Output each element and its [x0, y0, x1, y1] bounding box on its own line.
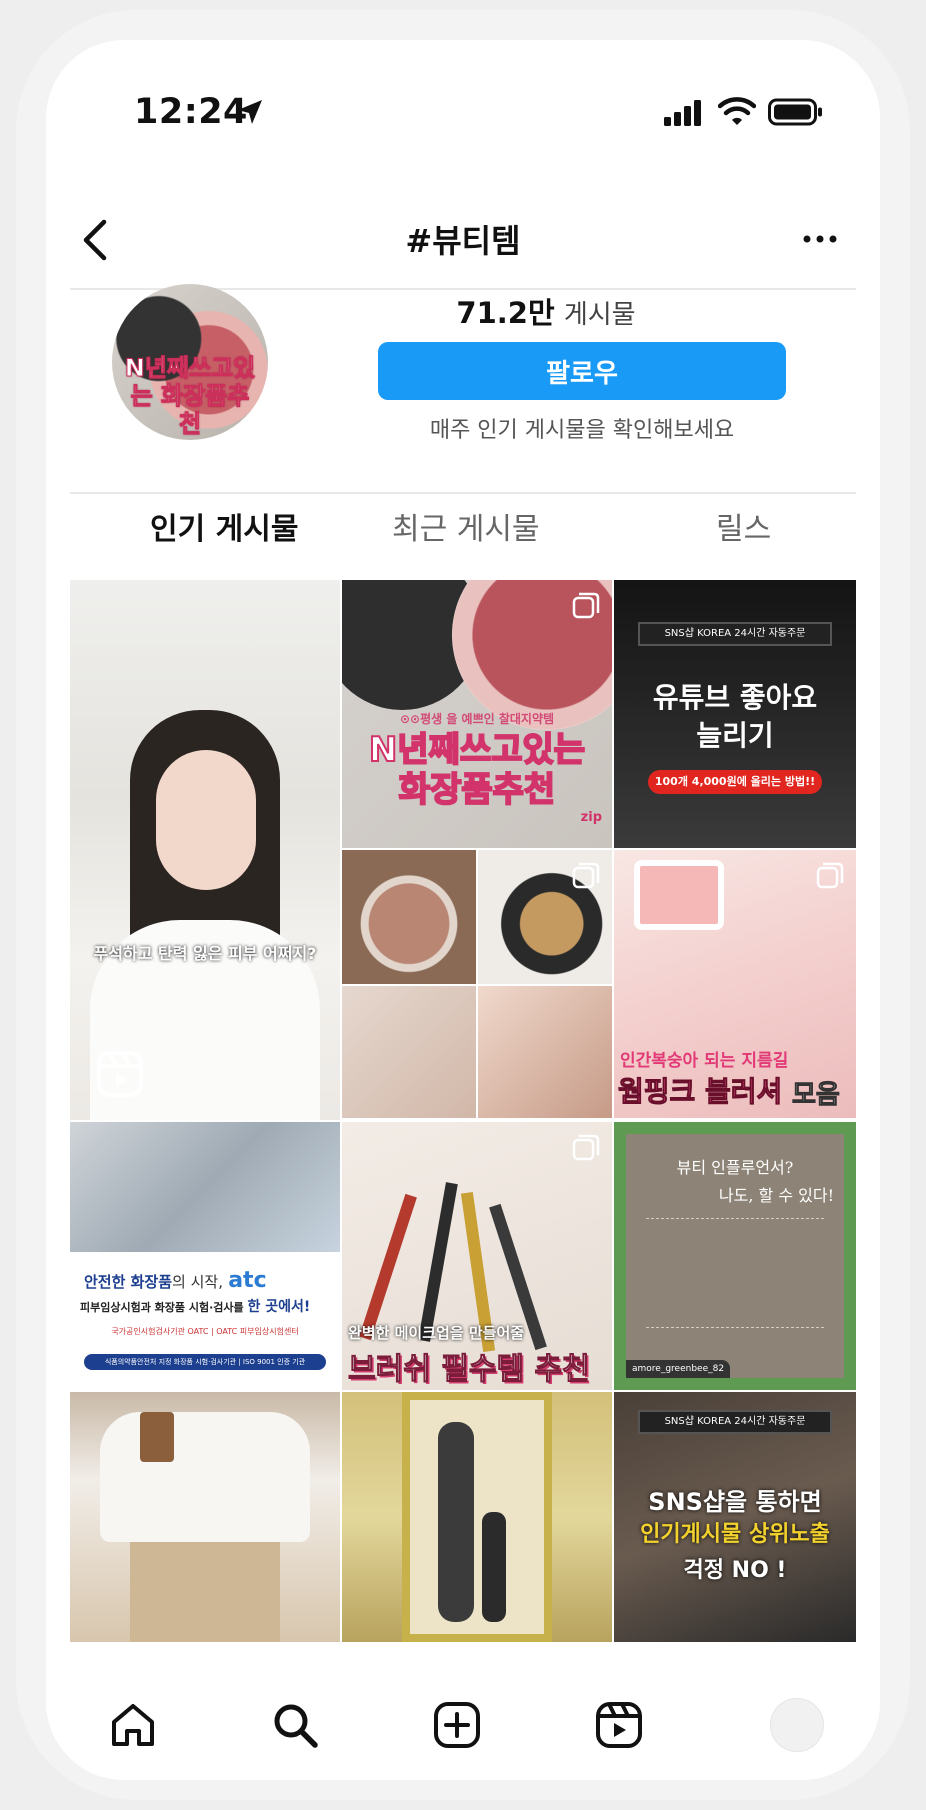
post-reel-skincare[interactable]: 푸석하고 탄력 잃은 피부 어쩌지? [70, 580, 340, 1120]
post-6-small-1: 국가공인시험검사기관 OATC | OATC 피부임상시험센터 [111, 1327, 299, 1336]
post-warm-pink-blusher[interactable]: 인간복숭아 되는 지름길 웜핑크 블러셔 모음 [614, 850, 856, 1118]
phone-screen: 12:24 #뷰티템 N년째쓰고있는 화장품추천 71.2만 게시물 팔로우 매… [46, 40, 880, 1780]
post-cosmetics-recommend[interactable]: ⊙⊙평생 을 예쁘인 찰대지약템 N년째쓰고있는 화장품추천 zip [342, 580, 612, 848]
post-8-details [646, 1218, 824, 1328]
post-2-tail: zip [580, 810, 602, 825]
tab-recent-posts[interactable]: 최근 게시물 [392, 504, 540, 548]
hashtag-avatar: N년째쓰고있는 화장품추천 [112, 284, 268, 440]
post-count: 71.2만 [456, 296, 555, 330]
carousel-icon [572, 592, 600, 619]
post-6-caption-2a: 피부임상시험과 화장품 시험·검사를 [80, 1301, 244, 1314]
post-3-pill: 100개 4,000원에 올리는 방법!! [648, 770, 822, 794]
tab-top-posts[interactable]: 인기 게시물 [150, 504, 298, 548]
search-icon[interactable] [270, 1700, 320, 1750]
post-6-caption-1b: 의 시작, [172, 1273, 223, 1291]
carousel-icon [572, 1134, 600, 1161]
coffee-cup-shape [140, 1412, 174, 1462]
post-count-label: 게시물 [563, 300, 636, 330]
post-6-caption-2b: 한 곳에서! [247, 1299, 311, 1315]
home-icon[interactable] [108, 1700, 158, 1750]
carousel-icon [816, 862, 844, 889]
collage-tile-1 [342, 850, 476, 984]
post-brush-must-have[interactable]: 완벽한 메이크업을 만들어줄 브러쉬 필수템 추천 [342, 1122, 612, 1390]
location-arrow-icon [238, 100, 262, 124]
post-3-badge: SNS샵 KOREA 24시간 자동주문 [638, 622, 832, 646]
posts-grid: 푸석하고 탄력 잃은 피부 어쩌지? ⊙⊙평생 을 예쁘인 찰대지약템 N년째쓰… [70, 580, 856, 1650]
tabs-bar: 인기 게시물 최근 게시물 릴스 [46, 490, 880, 570]
post-5-caption-3: 모음 [792, 1080, 841, 1111]
post-2-caption: N년째쓰고있는 화장품추천 [368, 729, 586, 811]
post-oatc-clinical[interactable]: 안전한 화장품의 시작, atc 피부임상시험과 화장품 시험·검사를 한 곳에… [70, 1122, 340, 1390]
post-5-caption-2: 웜핑크 블러셔 [617, 1075, 783, 1109]
brush-shape [418, 1182, 458, 1342]
child-shape [482, 1512, 506, 1622]
tab-reels[interactable]: 릴스 [716, 504, 771, 548]
status-time: 12:24 [134, 92, 248, 132]
post-youtube-likes-ad[interactable]: SNS샵 KOREA 24시간 자동주문 유튜브 좋아요 늘리기 100개 4,… [614, 580, 856, 848]
post-11-headline-2: 인기게시물 상위노출 [640, 1522, 830, 1547]
atc-logo: atc [228, 1268, 267, 1293]
brush-shape [359, 1193, 417, 1341]
person-shape [438, 1422, 474, 1622]
add-post-icon[interactable] [432, 1700, 482, 1750]
post-8-handwriting-1: 뷰티 인플루언서? [676, 1158, 794, 1177]
post-7-caption-2: 브러쉬 필수템 추천 [348, 1352, 591, 1388]
post-11-headline-3: 걱정 NO ! [683, 1558, 787, 1583]
door-frame-shape [402, 1392, 552, 1642]
post-8-handwriting-2: 나도, 할 수 있다! [718, 1186, 834, 1205]
carousel-icon [572, 862, 600, 889]
cellular-signal-icon [664, 100, 701, 126]
wifi-icon [718, 97, 756, 125]
post-8-user: amore_greenbee_82 [626, 1360, 731, 1378]
post-7-caption-1: 완벽한 메이크업을 만들어줄 [348, 1324, 525, 1342]
post-beauty-influencer-class[interactable]: 뷰티 인플루언서? 나도, 할 수 있다! amore_greenbee_82 [614, 1122, 856, 1390]
face-shape [156, 750, 256, 890]
post-2-topline: ⊙⊙평생 을 예쁘인 찰대지약템 [399, 712, 555, 726]
collage-tile-3 [342, 986, 476, 1118]
collage-tile-4 [478, 986, 612, 1118]
post-1-caption: 푸석하고 탄력 잃은 피부 어쩌지? [93, 944, 317, 963]
post-fashion-white-sweater[interactable] [70, 1392, 340, 1642]
post-sns-shop-top-exposure[interactable]: SNS샵 KOREA 24시간 자동주문 SNS샵을 통하면 인기게시물 상위노… [614, 1392, 856, 1642]
post-3-headline-2: 늘리기 [696, 719, 774, 752]
post-5-caption-1: 인간복숭아 되는 지름길 [620, 1051, 789, 1071]
reels-nav-icon[interactable] [594, 1700, 644, 1750]
status-bar: 12:24 [46, 40, 880, 190]
page-title: #뷰티템 [405, 222, 521, 260]
ellipsis-icon[interactable] [802, 232, 838, 246]
post-count-line: 71.2만 게시물 [346, 290, 746, 332]
post-6-caption-1: 안전한 화장품의 시작, atc [84, 1268, 267, 1293]
avatar-text: N년째쓰고있는 화장품추천 [124, 354, 256, 439]
post-mother-child-door[interactable] [342, 1392, 612, 1642]
bottom-navigation [46, 1650, 880, 1780]
follow-button[interactable]: 팔로우 [378, 342, 786, 400]
pants-shape [130, 1542, 280, 1642]
tag-header: #뷰티템 [46, 190, 880, 290]
post-3-headline-1: 유튜브 좋아요 [652, 681, 818, 714]
post-11-headline-1: SNS샵을 통하면 [648, 1488, 822, 1516]
reels-icon [97, 1051, 143, 1097]
post-6-caption-2: 피부임상시험과 화장품 시험·검사를 한 곳에서! [80, 1296, 310, 1316]
post-6-small-2: 식품의약품안전처 지정 화장품 시험·검사기관 | ISO 9001 인증 기관 [84, 1354, 326, 1370]
post-11-badge: SNS샵 KOREA 24시간 자동주문 [638, 1410, 832, 1434]
profile-avatar[interactable] [770, 1698, 824, 1752]
lab-photo [70, 1122, 340, 1252]
battery-icon [768, 98, 822, 126]
sweater-shape [100, 1412, 310, 1542]
weekly-subtitle: 매주 인기 게시물을 확인해보세요 [429, 418, 735, 443]
post-6-caption-1a: 안전한 화장품 [84, 1273, 173, 1291]
post-cushion-collage[interactable] [342, 850, 612, 1118]
blusher-pan-shape [634, 860, 724, 930]
